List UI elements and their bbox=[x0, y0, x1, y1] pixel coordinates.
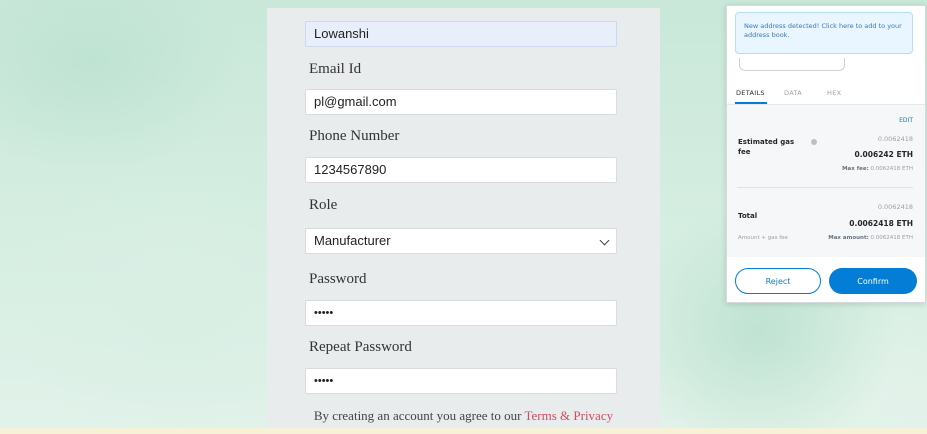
tab-data[interactable]: DATA bbox=[784, 89, 802, 97]
max-amount: Max amount: 0.0062418 ETH bbox=[828, 235, 913, 241]
role-label: Role bbox=[309, 197, 338, 213]
terms-text: By creating an account you agree to our bbox=[313, 408, 522, 423]
gas-fee-primary: 0.006242 ETH bbox=[854, 150, 913, 159]
metamask-confirm-popup: New address detected! Click here to add … bbox=[726, 5, 926, 303]
email-input[interactable]: pl@gmail.com bbox=[305, 89, 617, 115]
role-selected-value: Manufacturer bbox=[314, 233, 391, 248]
divider bbox=[737, 187, 913, 188]
password-input[interactable]: ••••• bbox=[305, 300, 617, 326]
total-secondary: 0.0062418 bbox=[877, 203, 913, 211]
repeat-password-label: Repeat Password bbox=[309, 339, 412, 355]
name-input[interactable]: Lowanshi bbox=[305, 21, 617, 47]
repeat-password-input[interactable]: ••••• bbox=[305, 368, 617, 394]
address-field bbox=[739, 58, 845, 71]
terms-privacy-link[interactable]: Terms & Privacy bbox=[524, 408, 613, 423]
active-tab-indicator bbox=[735, 102, 767, 104]
max-fee: Max fee: 0.0062418 ETH bbox=[842, 166, 913, 172]
terms-notice: By creating an account you agree to our … bbox=[267, 408, 660, 424]
gas-fee-secondary: 0.0062418 bbox=[877, 135, 913, 143]
info-icon[interactable] bbox=[811, 139, 817, 145]
reject-button[interactable]: Reject bbox=[735, 268, 821, 294]
max-amount-label: Max amount: bbox=[828, 235, 869, 241]
password-label: Password bbox=[309, 271, 367, 287]
confirm-button[interactable]: Confirm bbox=[829, 268, 917, 294]
total-label: Total bbox=[738, 212, 758, 220]
transaction-details: EDIT Estimated gas fee 0.0062418 0.00624… bbox=[727, 105, 925, 257]
max-amount-value: 0.0062418 ETH bbox=[870, 235, 913, 241]
edit-gas-link[interactable]: EDIT bbox=[899, 117, 913, 124]
chevron-down-icon bbox=[599, 235, 610, 246]
registration-form: Lowanshi Email Id pl@gmail.com Phone Num… bbox=[267, 8, 660, 428]
max-fee-value: 0.0062418 ETH bbox=[870, 166, 913, 172]
new-address-notice[interactable]: New address detected! Click here to add … bbox=[735, 12, 913, 54]
details-tabs: DETAILS DATA HEX bbox=[727, 86, 925, 105]
estimated-gas-label: Estimated gas fee bbox=[738, 138, 795, 156]
tab-details[interactable]: DETAILS bbox=[736, 89, 765, 97]
role-select[interactable]: Manufacturer bbox=[305, 228, 617, 254]
phone-input[interactable]: 1234567890 bbox=[305, 157, 617, 183]
phone-label: Phone Number bbox=[309, 128, 400, 144]
amount-gas-label: Amount + gas fee bbox=[738, 235, 788, 241]
total-primary: 0.0062418 ETH bbox=[849, 219, 913, 228]
bottom-strip bbox=[0, 428, 927, 434]
tab-hex[interactable]: HEX bbox=[827, 89, 841, 97]
email-label: Email Id bbox=[309, 61, 362, 77]
max-fee-label: Max fee: bbox=[842, 166, 869, 172]
